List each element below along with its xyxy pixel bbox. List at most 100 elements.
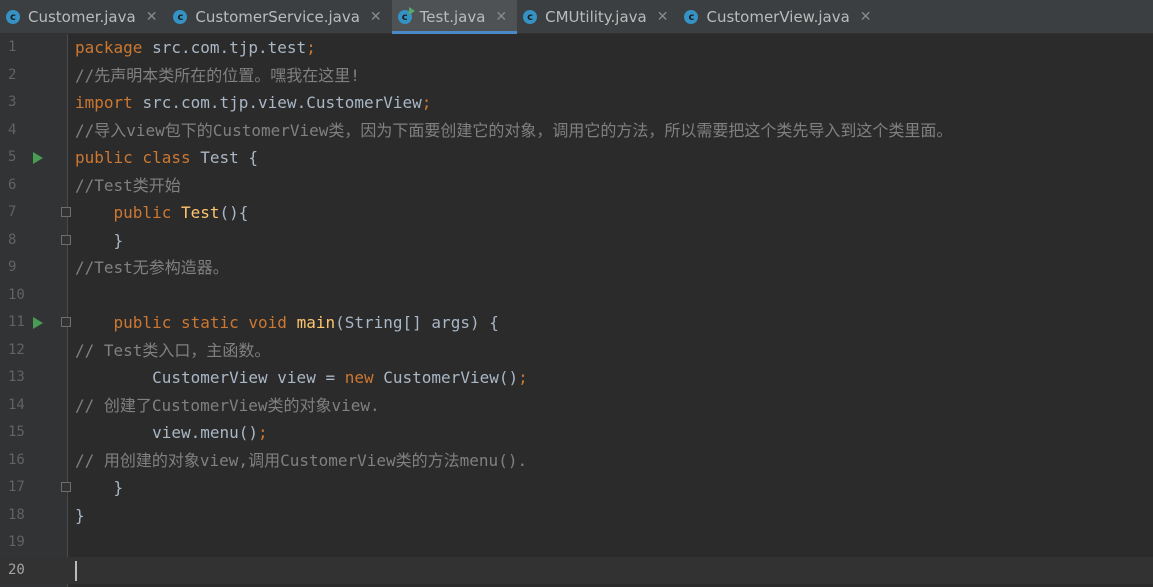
code-text: package src.com.tjp.test; bbox=[75, 34, 316, 62]
line-number: 1 bbox=[8, 39, 17, 55]
code-token: } bbox=[75, 478, 124, 497]
code-token: src.com.tjp.view.CustomerView bbox=[142, 93, 422, 112]
code-line[interactable]: 14 // 创建了CustomerView类的对象view. bbox=[0, 392, 1153, 420]
code-text: CustomerView view = new CustomerView(); bbox=[75, 364, 528, 392]
tab-customerview-java[interactable]: c CustomerView.java ✕ bbox=[678, 0, 881, 34]
code-token: ; bbox=[306, 38, 316, 57]
close-tab-icon[interactable]: ✕ bbox=[370, 9, 382, 25]
code-token: //导入view包下的CustomerView类，因为下面要创建它的对象，调用它… bbox=[75, 120, 953, 140]
fold-marker-icon[interactable] bbox=[61, 207, 71, 217]
code-line[interactable]: 16 // 用创建的对象view,调用CustomerView类的方法menu()… bbox=[0, 447, 1153, 475]
line-number: 5 bbox=[8, 149, 17, 165]
line-number: 2 bbox=[8, 66, 17, 83]
line-number: 8 bbox=[8, 231, 17, 248]
code-line[interactable]: 9 //Test无参构造器。 bbox=[0, 254, 1153, 282]
line-number: 3 bbox=[8, 94, 17, 110]
line-number: 16 bbox=[8, 451, 25, 468]
code-text: //Test无参构造器。 bbox=[75, 254, 229, 282]
tab-customer-java[interactable]: c Customer.java ✕ bbox=[0, 0, 167, 34]
code-line[interactable]: 1 package src.com.tjp.test; bbox=[0, 34, 1153, 62]
close-tab-icon[interactable]: ✕ bbox=[495, 9, 507, 25]
tab-label: CustomerView.java bbox=[706, 8, 850, 26]
java-class-icon: c bbox=[684, 10, 699, 24]
tab-cmutility-java[interactable]: c CMUtility.java ✕ bbox=[517, 0, 678, 34]
code-line[interactable]: 8 } bbox=[0, 227, 1153, 255]
code-token: public static void bbox=[113, 313, 297, 332]
code-line[interactable]: 10 bbox=[0, 282, 1153, 310]
tab-customerservice-java[interactable]: c CustomerService.java ✕ bbox=[167, 0, 391, 34]
run-badge-icon bbox=[408, 7, 415, 15]
editor-tab-bar: c Customer.java ✕ c CustomerService.java ✕ c Te… bbox=[0, 0, 1153, 34]
code-token: ; bbox=[518, 368, 528, 387]
code-token: //Test类开始 bbox=[75, 175, 181, 195]
code-line[interactable]: 12 // Test类入口，主函数。 bbox=[0, 337, 1153, 365]
code-token: CustomerView view = bbox=[75, 368, 345, 387]
code-text: } bbox=[75, 502, 85, 530]
code-token: ; bbox=[421, 93, 432, 112]
code-text: import src.com.tjp.view.CustomerView; bbox=[75, 89, 431, 117]
code-text: public class Test { bbox=[75, 144, 258, 172]
tab-label: Test.java bbox=[419, 8, 486, 26]
fold-marker-icon[interactable] bbox=[61, 482, 71, 492]
code-line[interactable]: 11 public static void main(String[] args… bbox=[0, 309, 1153, 337]
code-editor[interactable]: 1 package src.com.tjp.test; 2 //先声明本类所在的位置。… bbox=[0, 34, 1153, 587]
java-runnable-class-icon: c bbox=[397, 7, 415, 24]
line-number: 11 bbox=[8, 314, 25, 330]
fold-marker-icon[interactable] bbox=[61, 234, 71, 245]
code-line[interactable]: 20 bbox=[0, 556, 1153, 584]
line-number: 18 bbox=[8, 506, 25, 523]
line-number: 13 bbox=[8, 369, 25, 385]
tab-label: Customer.java bbox=[28, 8, 136, 26]
code-token: //Test无参构造器。 bbox=[75, 258, 229, 277]
code-token: //先声明本类所在的位置。嘿我在这里! bbox=[75, 65, 360, 85]
tab-test-java[interactable]: c Test.java ✕ bbox=[391, 0, 518, 34]
close-tab-icon[interactable]: ✕ bbox=[146, 9, 158, 25]
code-line[interactable]: 2 //先声明本类所在的位置。嘿我在这里! bbox=[0, 62, 1153, 90]
code-token: ; bbox=[258, 423, 268, 442]
code-line[interactable]: 4 //导入view包下的CustomerView类，因为下面要创建它的对象，调用… bbox=[0, 117, 1153, 145]
code-token: import bbox=[75, 93, 143, 112]
line-number: 4 bbox=[8, 121, 17, 138]
code-token: CustomerView() bbox=[383, 368, 519, 387]
code-text: } bbox=[75, 474, 124, 502]
close-tab-icon[interactable]: ✕ bbox=[657, 9, 669, 25]
line-number: 19 bbox=[8, 534, 25, 550]
code-line[interactable]: 6 //Test类开始 bbox=[0, 172, 1153, 200]
code-line[interactable]: 15 view.menu(); bbox=[0, 419, 1153, 447]
code-token: (){ bbox=[219, 203, 249, 222]
code-line[interactable]: 7 public Test(){ bbox=[0, 199, 1153, 227]
code-text: // Test类入口，主函数。 bbox=[75, 337, 270, 365]
code-line[interactable]: 17 } bbox=[0, 474, 1153, 502]
code-text: public Test(){ bbox=[75, 199, 249, 227]
line-number: 20 bbox=[8, 561, 25, 578]
run-gutter-icon[interactable] bbox=[33, 317, 43, 329]
code-text: public static void main(String[] args) { bbox=[75, 309, 499, 337]
code-token: Test { bbox=[200, 148, 259, 167]
run-gutter-icon[interactable] bbox=[33, 152, 43, 164]
code-token: main bbox=[296, 313, 336, 332]
code-line[interactable]: 18} bbox=[0, 502, 1153, 530]
code-text: // 创建了CustomerView类的对象view. bbox=[75, 392, 380, 420]
code-token: view.menu() bbox=[75, 423, 259, 442]
code-token: // 用创建的对象view,调用CustomerView类的方法menu(). bbox=[75, 450, 528, 470]
code-line[interactable]: 19 bbox=[0, 529, 1153, 557]
code-line[interactable]: 5 public class Test { bbox=[0, 144, 1153, 172]
code-text: //Test类开始 bbox=[75, 172, 181, 200]
code-line[interactable]: 3 import src.com.tjp.view.CustomerView; bbox=[0, 89, 1153, 117]
close-tab-icon[interactable]: ✕ bbox=[860, 9, 872, 25]
code-line[interactable]: 13 CustomerView view = new CustomerView(… bbox=[0, 364, 1153, 392]
java-class-icon: c bbox=[523, 10, 538, 24]
text-caret bbox=[75, 560, 77, 581]
code-text: view.menu(); bbox=[75, 419, 268, 447]
code-token: // 创建了CustomerView类的对象view. bbox=[75, 395, 380, 415]
tab-label: CustomerService.java bbox=[195, 8, 360, 26]
code-token: (String[] args) { bbox=[335, 313, 499, 332]
code-token: // Test类入口，主函数。 bbox=[75, 340, 271, 360]
java-class-icon: c bbox=[6, 10, 20, 24]
code-token: public bbox=[113, 203, 181, 222]
line-number: 12 bbox=[8, 341, 25, 358]
fold-marker-icon[interactable] bbox=[61, 317, 71, 327]
code-token: public class bbox=[75, 148, 201, 167]
